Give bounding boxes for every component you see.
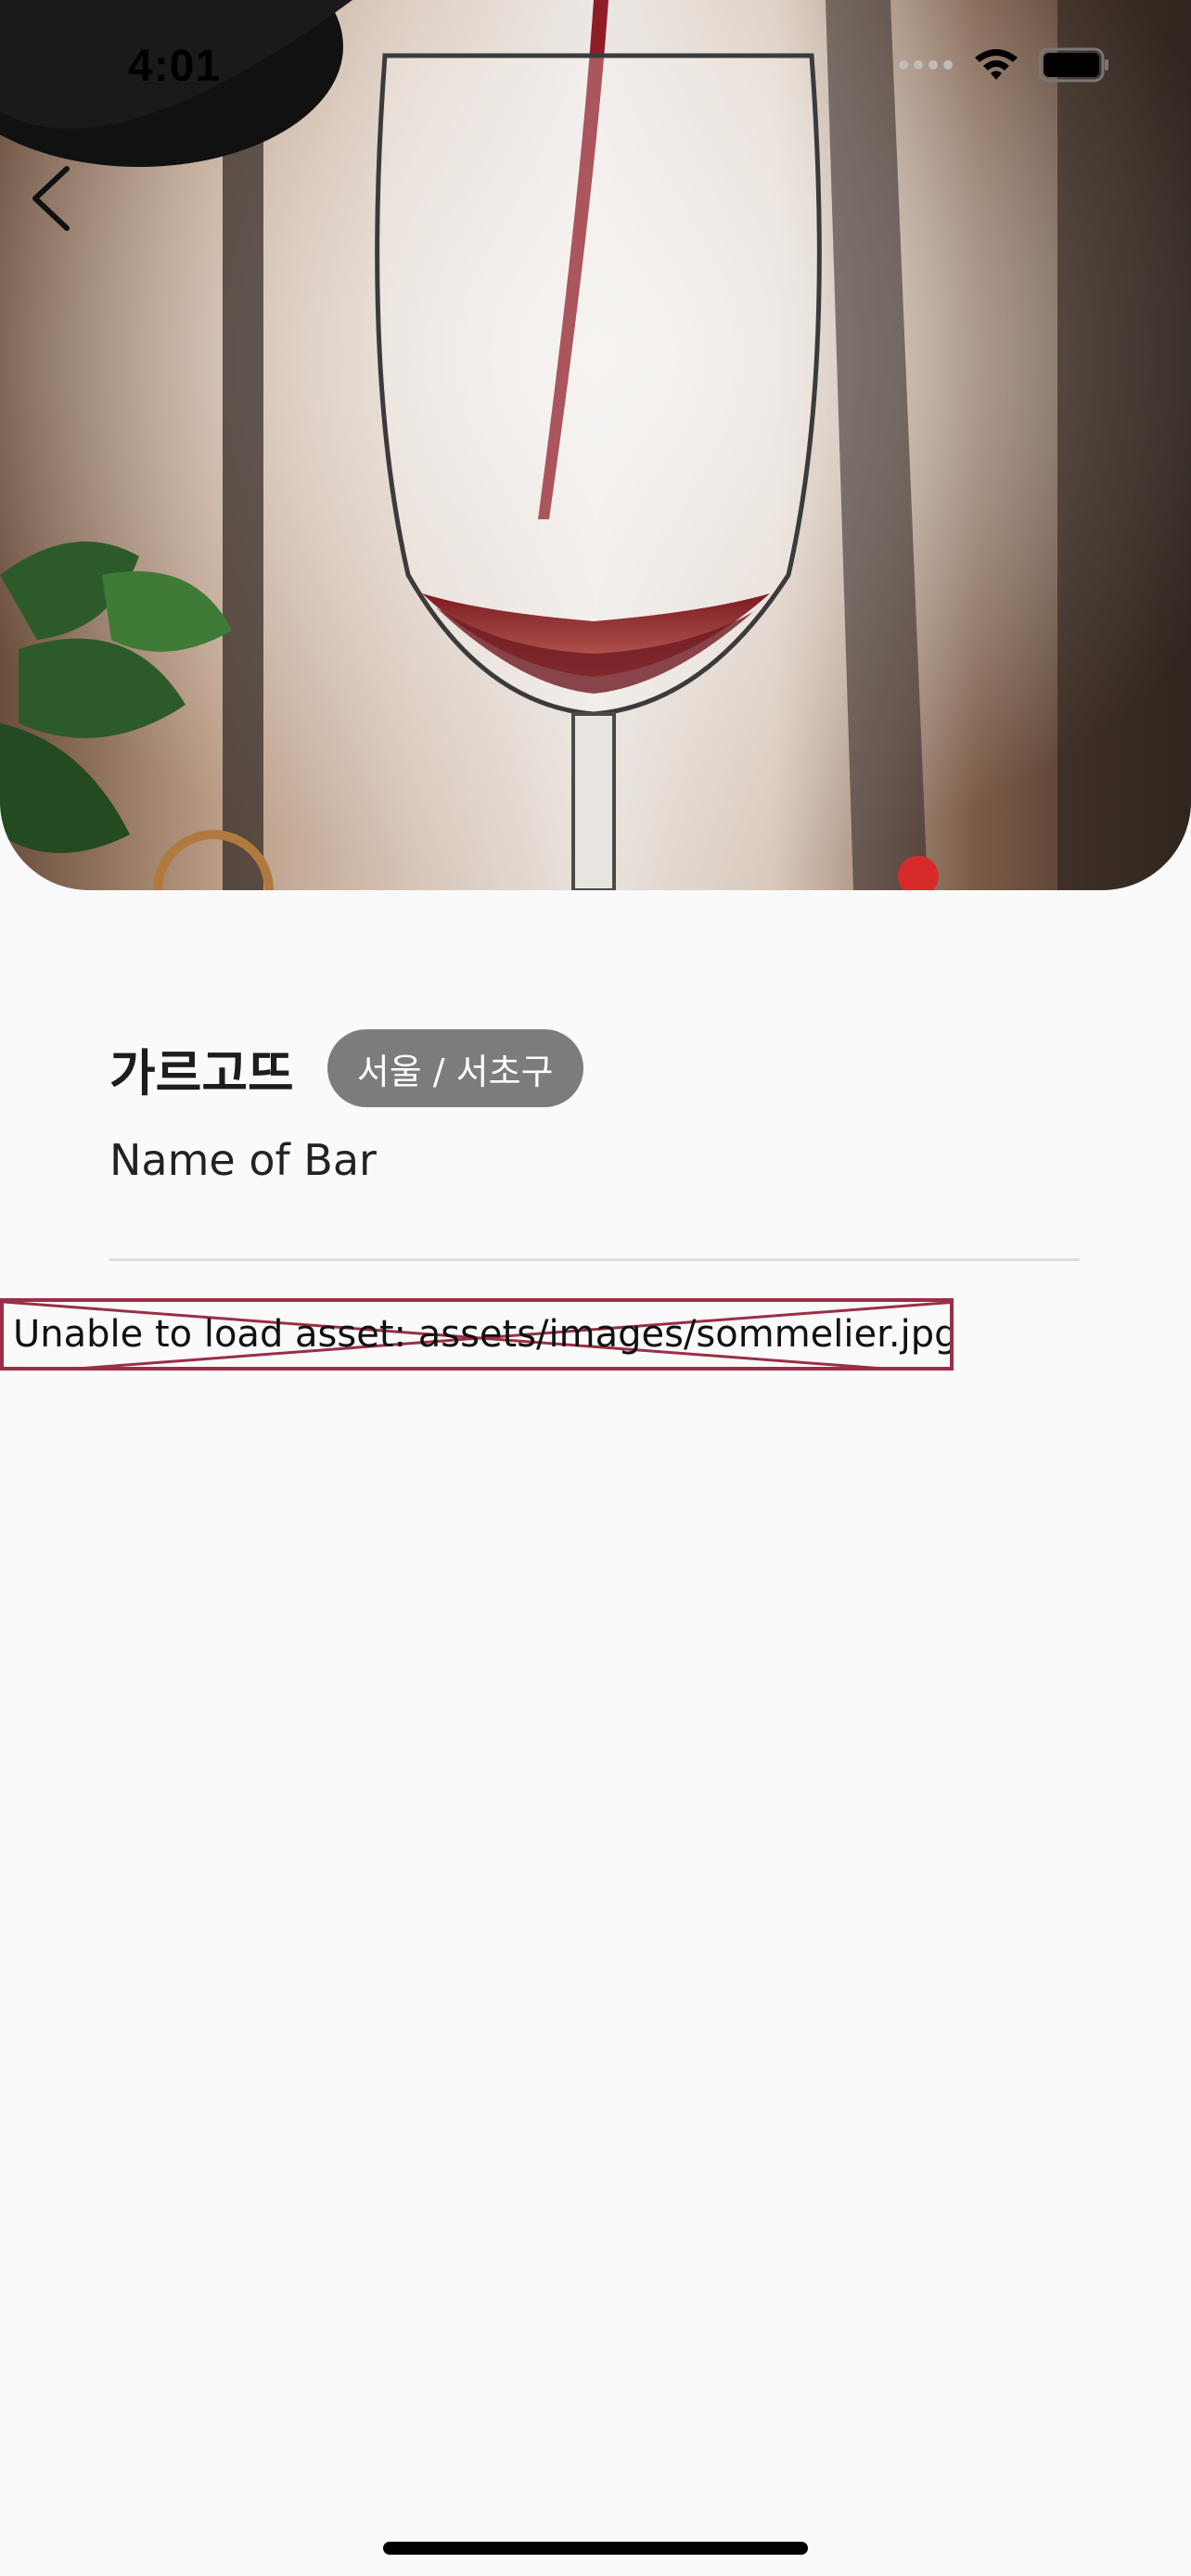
region-badge: 서울 / 서초구 xyxy=(327,1029,583,1107)
back-button[interactable] xyxy=(22,163,82,234)
error-message: Unable to load asset: assets/images/somm… xyxy=(13,1313,954,1356)
status-icons xyxy=(898,46,1109,83)
battery-icon xyxy=(1039,47,1108,83)
bar-name-english: Name of Bar xyxy=(109,1135,377,1185)
wifi-icon xyxy=(975,49,1018,80)
bar-detail-screen: 4:01 가르고뜨 서울 / 서초구 Name of Bar Unable to… xyxy=(0,0,1191,2576)
hero-image xyxy=(0,0,1191,890)
chevron-left-icon xyxy=(32,166,70,231)
title-row: 가르고뜨 서울 / 서초구 xyxy=(109,1029,583,1107)
wine-glass-pour-photo xyxy=(0,0,1191,890)
cellular-signal-icon xyxy=(899,60,953,70)
home-indicator[interactable] xyxy=(383,2542,808,2555)
status-time: 4:01 xyxy=(128,42,222,91)
bar-name-korean: 가르고뜨 xyxy=(109,1043,294,1103)
image-load-error: Unable to load asset: assets/images/somm… xyxy=(0,1298,954,1371)
divider xyxy=(109,1258,1080,1261)
